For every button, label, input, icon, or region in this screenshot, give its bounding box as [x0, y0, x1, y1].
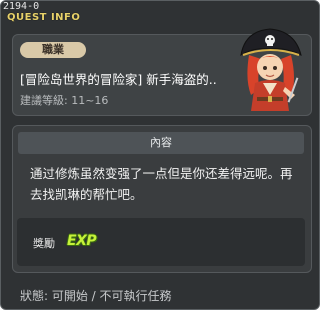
category-badge: 職業	[20, 42, 86, 58]
quest-status: 狀態: 可開始 / 不可執行任務	[20, 289, 172, 303]
quest-id: 2194-0	[3, 1, 40, 12]
quest-description: 通过修炼虽然变强了一点但是你还差得远呢。再去找凯琳的帮忙吧。	[30, 166, 293, 202]
quest-info-window: 2194-0 QUEST INFO 職業 [冒险岛世界的冒险家] 新手海盗的..…	[0, 0, 320, 310]
content-header: 內容	[18, 132, 304, 154]
recommended-level: 建議等級: 11~16	[20, 94, 109, 107]
pirate-npc-portrait-icon	[240, 28, 302, 111]
quest-detail-card: 內容 通过修炼虽然变强了一点但是你还差得远呢。再去找凯琳的帮忙吧。 獎勵 EXP	[12, 125, 312, 273]
window-title: QUEST INFO	[7, 12, 81, 23]
quest-title: [冒险岛世界的冒险家] 新手海盗的..	[20, 72, 217, 87]
quest-summary-card: 職業 [冒险岛世界的冒险家] 新手海盗的.. 建議等級: 11~16	[12, 28, 312, 116]
reward-row: 獎勵 EXP	[17, 218, 305, 266]
status-bar: 狀態: 可開始 / 不可執行任務	[1, 278, 319, 309]
reward-label: 獎勵	[33, 237, 55, 250]
exp-reward-icon[interactable]: EXP	[67, 233, 97, 249]
